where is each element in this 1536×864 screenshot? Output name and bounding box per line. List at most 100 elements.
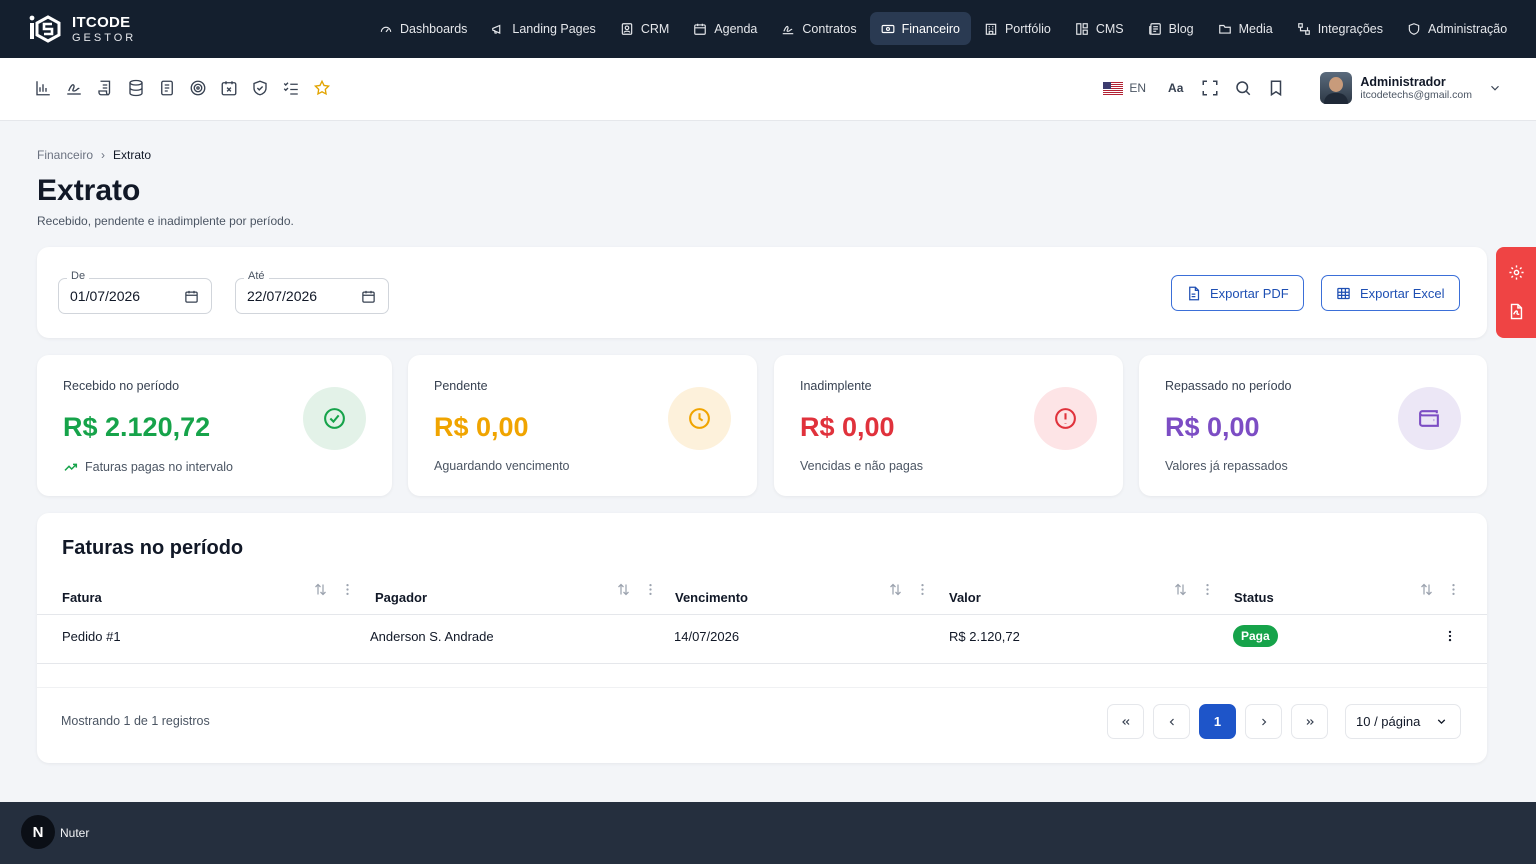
nav-label: Dashboards xyxy=(400,21,468,36)
column-header-pagador[interactable]: Pagador xyxy=(375,590,427,605)
nav-financeiro[interactable]: Financeiro xyxy=(869,12,971,45)
side-floating-panel xyxy=(1496,247,1536,338)
font-size-toggle[interactable]: Aa xyxy=(1168,81,1183,95)
cell-pagador: Anderson S. Andrade xyxy=(370,629,494,644)
stat-label: Repassado no período xyxy=(1165,379,1292,393)
stat-note: Aguardando vencimento xyxy=(434,459,570,473)
nav-landing-pages[interactable]: Landing Pages xyxy=(480,12,606,45)
nav-portfolio[interactable]: Portfólio xyxy=(973,12,1062,45)
table-icon xyxy=(1337,287,1350,299)
nav-label: Administração xyxy=(1428,21,1508,36)
user-menu[interactable]: Administrador itcodetechs@gmail.com xyxy=(1320,72,1502,104)
export-excel-button[interactable]: Exportar Excel xyxy=(1321,275,1460,311)
nav-administracao[interactable]: Administração xyxy=(1396,12,1518,45)
calendar-icon[interactable] xyxy=(184,289,199,304)
calendar-icon xyxy=(694,23,707,35)
column-header-status[interactable]: Status xyxy=(1234,590,1274,605)
database-icon[interactable] xyxy=(127,79,145,97)
records-count: Mostrando 1 de 1 registros xyxy=(61,714,210,728)
export-excel-label: Exportar Excel xyxy=(1360,285,1445,301)
stat-value: R$ 0,00 xyxy=(800,412,895,442)
column-menu-icon[interactable] xyxy=(1446,582,1461,597)
top-navbar: ITCODE GESTOR Dashboards Landing Pages C… xyxy=(0,0,1536,58)
language-selector[interactable]: EN xyxy=(1103,81,1146,95)
calendar-icon[interactable] xyxy=(361,289,376,304)
language-label: EN xyxy=(1129,81,1147,95)
column-header-vencimento[interactable]: Vencimento xyxy=(675,590,748,605)
column-menu-icon[interactable] xyxy=(340,582,355,597)
brand-logo[interactable]: ITCODE GESTOR xyxy=(28,13,136,45)
stat-icon-circle xyxy=(1034,387,1097,450)
breadcrumb-parent[interactable]: Financeiro xyxy=(37,148,93,162)
checklist-icon[interactable] xyxy=(282,79,300,97)
stat-value: R$ 2.120,72 xyxy=(63,412,211,442)
stat-note: Faturas pagas no intervalo xyxy=(63,459,233,475)
column-menu-icon[interactable] xyxy=(1200,582,1215,597)
sort-icon[interactable] xyxy=(1419,582,1434,597)
date-to-field[interactable]: Até xyxy=(235,270,389,314)
alert-circle-icon xyxy=(1055,408,1076,429)
column-header-valor[interactable]: Valor xyxy=(949,590,981,605)
sort-icon[interactable] xyxy=(888,582,903,597)
nav-cms[interactable]: CMS xyxy=(1064,12,1135,45)
export-pdf-button[interactable]: Exportar PDF xyxy=(1171,275,1304,311)
gauge-icon xyxy=(380,26,392,32)
nav-label: CMS xyxy=(1095,21,1124,36)
first-page-button[interactable] xyxy=(1107,704,1144,739)
page-title: Extrato xyxy=(37,174,141,207)
sort-icon[interactable] xyxy=(313,582,328,597)
scroll-icon[interactable] xyxy=(96,79,114,97)
date-from-field[interactable]: De xyxy=(58,270,212,314)
star-icon[interactable] xyxy=(313,79,331,97)
signature-icon[interactable] xyxy=(65,79,83,97)
receipt-icon[interactable] xyxy=(158,79,176,97)
nav-crm[interactable]: CRM xyxy=(609,12,680,45)
workflow-icon xyxy=(1297,22,1310,35)
search-icon[interactable] xyxy=(1234,79,1252,97)
next-page-button[interactable] xyxy=(1245,704,1282,739)
nav-media[interactable]: Media xyxy=(1207,12,1284,45)
breadcrumb-current: Extrato xyxy=(113,148,152,162)
sort-icon[interactable] xyxy=(1173,582,1188,597)
fullscreen-icon[interactable] xyxy=(1201,79,1219,97)
nav-agenda[interactable]: Agenda xyxy=(682,12,768,45)
stat-note-text: Faturas pagas no intervalo xyxy=(85,460,234,474)
nav-dashboards[interactable]: Dashboards xyxy=(368,12,478,45)
page-size-select[interactable]: 10 / página xyxy=(1345,704,1461,739)
building-icon xyxy=(985,23,997,35)
chevrons-right-icon xyxy=(1306,718,1314,725)
pagination: 1 xyxy=(1107,704,1328,739)
date-from-input[interactable] xyxy=(70,288,180,304)
stat-note: Valores já repassados xyxy=(1165,459,1288,473)
file-pdf-icon[interactable] xyxy=(1508,303,1525,320)
nav-integracoes[interactable]: Integrações xyxy=(1286,12,1394,45)
page-button-current[interactable]: 1 xyxy=(1199,704,1236,739)
nav-blog[interactable]: Blog xyxy=(1137,12,1205,45)
last-page-button[interactable] xyxy=(1291,704,1328,739)
newspaper-icon xyxy=(1148,22,1161,35)
column-menu-icon[interactable] xyxy=(643,582,658,597)
page-size-value: 10 / página xyxy=(1356,714,1421,729)
bar-chart-icon[interactable] xyxy=(34,79,52,97)
target-icon[interactable] xyxy=(189,79,207,97)
stat-card-pendente: Pendente R$ 0,00 Aguardando vencimento xyxy=(408,355,757,496)
nuter-label: Nuter xyxy=(60,826,90,840)
column-menu-icon[interactable] xyxy=(915,582,930,597)
nuter-badge[interactable]: N xyxy=(21,815,55,849)
table-title: Faturas no período xyxy=(62,537,244,559)
row-menu-icon[interactable] xyxy=(1443,629,1457,643)
settings-gear-icon[interactable] xyxy=(1508,264,1525,281)
date-to-input[interactable] xyxy=(247,288,357,304)
filter-card: De Até Exportar PDF Exportar Excel xyxy=(37,247,1487,338)
prev-page-button[interactable] xyxy=(1153,704,1190,739)
nav-contratos[interactable]: Contratos xyxy=(770,12,867,45)
nav-label: Agenda xyxy=(714,21,758,36)
sort-icon[interactable] xyxy=(616,582,631,597)
column-header-fatura[interactable]: Fatura xyxy=(62,590,102,605)
calendar-x-icon[interactable] xyxy=(220,79,238,97)
user-email: itcodetechs@gmail.com xyxy=(1360,89,1472,101)
nav-label: Blog xyxy=(1168,21,1194,36)
shield-check-icon[interactable] xyxy=(251,79,269,97)
stat-note: Vencidas e não pagas xyxy=(800,459,924,473)
bookmark-icon[interactable] xyxy=(1267,79,1285,97)
